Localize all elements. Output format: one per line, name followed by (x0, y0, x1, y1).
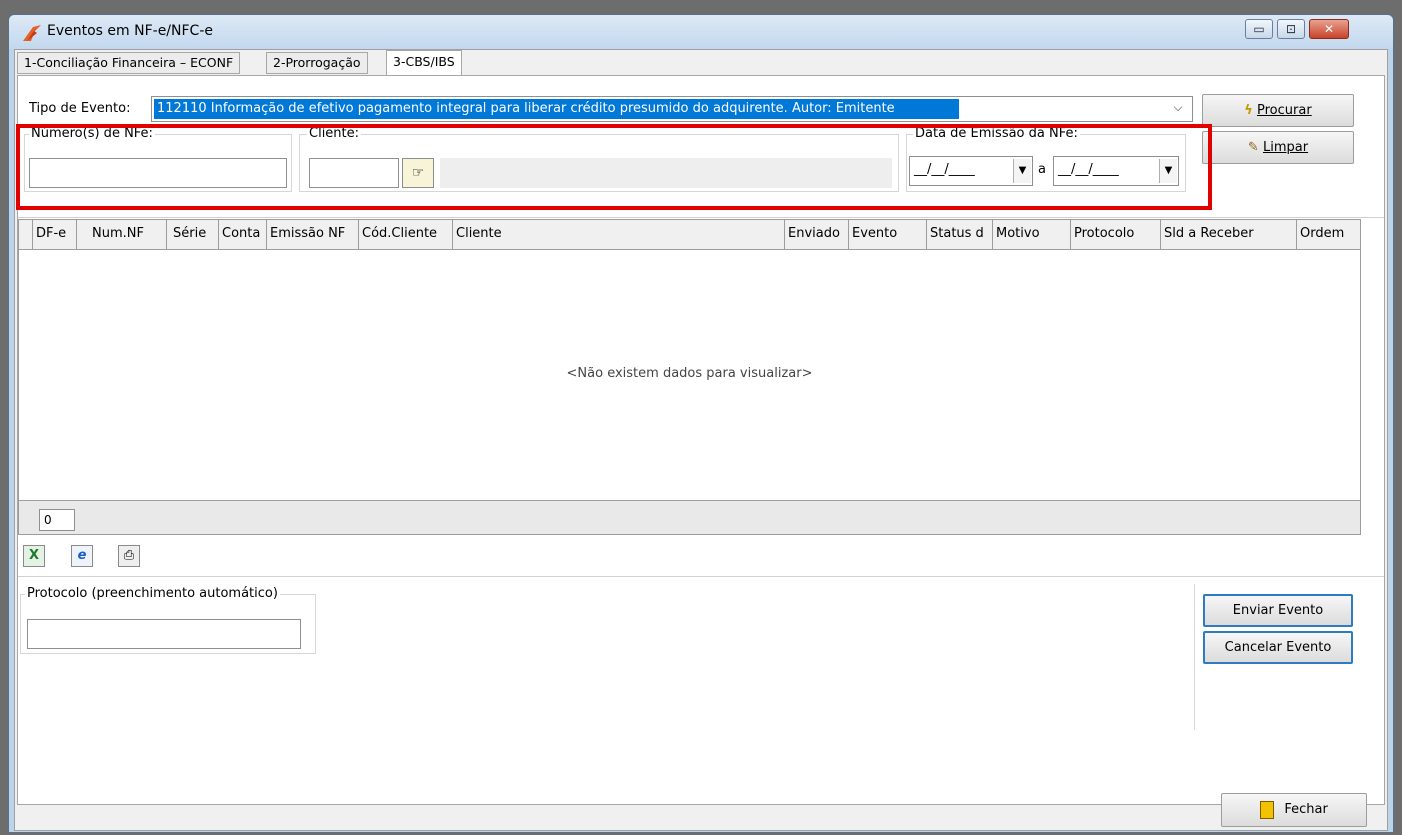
limpar-button[interactable]: ✎ Limpar (1202, 131, 1354, 164)
col-cod-cliente[interactable]: Cód.Cliente (359, 220, 453, 249)
app-window: Eventos em NF-e/NFC-e ▭ ⊡ ✕ 1-Conciliaçã… (8, 14, 1394, 833)
results-grid: DF-e Num.NF Série Conta Emissão NF Cód.C… (18, 219, 1361, 535)
tipo-evento-value: 112110 Informação de efetivo pagamento i… (154, 99, 959, 119)
enviar-evento-button[interactable]: Enviar Evento (1203, 594, 1353, 627)
empty-message: <Não existem dados para visualizar> (566, 366, 813, 381)
exit-door-icon (1260, 800, 1275, 819)
col-protocolo[interactable]: Protocolo (1071, 220, 1161, 249)
title-bar: Eventos em NF-e/NFC-e ▭ ⊡ ✕ (9, 15, 1393, 49)
tab-page: Tipo de Evento: 112110 Informação de efe… (16, 75, 1385, 805)
chevron-down-icon[interactable]: ⌵ (1170, 100, 1186, 118)
col-evento[interactable]: Evento (849, 220, 927, 249)
col-sld-receber[interactable]: Sld a Receber (1161, 220, 1297, 249)
col-dfe[interactable]: DF-e (33, 220, 77, 249)
col-enviado[interactable]: Enviado (785, 220, 849, 249)
col-emissao-nf[interactable]: Emissão NF (267, 220, 359, 249)
col-serie[interactable]: Série (167, 220, 219, 249)
divider (18, 576, 1384, 577)
grid-header: DF-e Num.NF Série Conta Emissão NF Cód.C… (19, 220, 1360, 250)
tipo-evento-label: Tipo de Evento: (29, 101, 131, 116)
divider (18, 217, 1384, 218)
protocolo-input[interactable] (27, 619, 301, 649)
app-logo-icon (23, 25, 41, 41)
tab-cbs-ibs[interactable]: 3-CBS/IBS (386, 50, 462, 76)
fechar-button[interactable]: Fechar (1221, 793, 1367, 827)
procurar-label: Procurar (1257, 103, 1312, 118)
col-conta[interactable]: Conta (219, 220, 267, 249)
col-ordem[interactable]: Ordem (1297, 220, 1360, 249)
row-indicator-column (19, 220, 33, 249)
client-area: 1-Conciliação Financeira – ECONF 2-Prorr… (14, 49, 1388, 831)
cancelar-evento-button[interactable]: Cancelar Evento (1203, 631, 1353, 664)
lightning-icon: ϟ (1244, 103, 1253, 118)
highlight-box (16, 124, 1212, 210)
internet-explorer-icon[interactable]: e (71, 545, 93, 567)
print-icon[interactable]: ⎙ (118, 545, 140, 567)
close-button[interactable]: ✕ (1309, 19, 1349, 39)
limpar-label: Limpar (1262, 140, 1309, 155)
col-num-nf[interactable]: Num.NF (77, 220, 167, 249)
protocolo-label: Protocolo (preenchimento automático) (25, 586, 280, 601)
minimize-button[interactable]: ▭ (1245, 19, 1273, 39)
tab-conciliacao[interactable]: 1-Conciliação Financeira – ECONF (17, 52, 241, 74)
col-status[interactable]: Status d (927, 220, 993, 249)
procurar-button[interactable]: ϟ Procurar (1202, 94, 1354, 127)
excel-icon[interactable]: X (23, 545, 45, 567)
maximize-button[interactable]: ⊡ (1277, 19, 1305, 39)
tipo-evento-select[interactable]: 112110 Informação de efetivo pagamento i… (151, 96, 1193, 122)
fechar-label: Fechar (1284, 802, 1328, 817)
tab-prorrogacao[interactable]: 2-Prorrogação (266, 52, 368, 74)
record-count: 0 (39, 509, 75, 531)
window-title: Eventos em NF-e/NFC-e (47, 23, 213, 39)
col-cliente[interactable]: Cliente (453, 220, 785, 249)
col-motivo[interactable]: Motivo (993, 220, 1071, 249)
grid-footer: 0 (19, 500, 1360, 534)
broom-icon: ✎ (1247, 140, 1259, 155)
